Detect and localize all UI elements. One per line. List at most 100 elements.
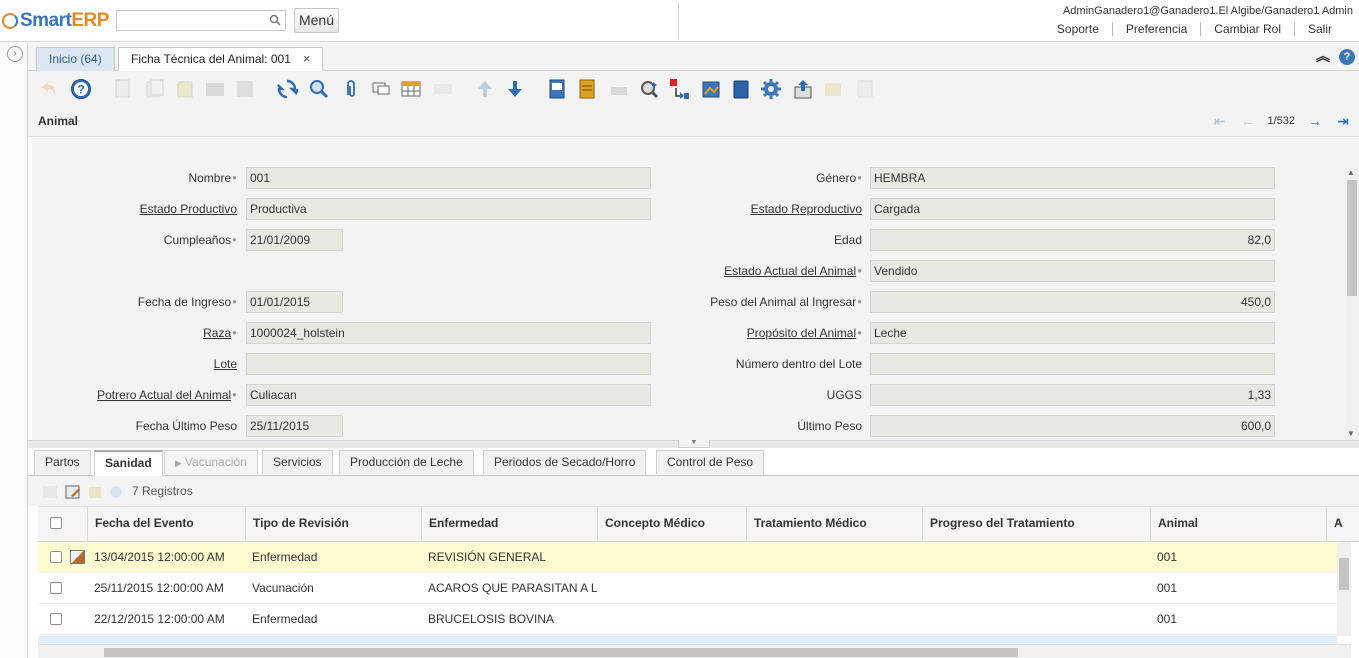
link-soporte[interactable]: Soporte	[1044, 22, 1112, 36]
previous-record-icon[interactable]: ←	[1239, 113, 1255, 129]
table-row[interactable]: 22/12/2015 12:00:00 AM Enfermedad BRUCEL…	[38, 604, 1338, 635]
request-icon[interactable]	[822, 78, 844, 100]
copy-record-icon[interactable]	[144, 78, 166, 100]
col-fecha-evento[interactable]: Fecha del Evento	[88, 507, 246, 542]
row-checkbox[interactable]	[50, 551, 62, 563]
close-icon[interactable]: ×	[303, 48, 311, 70]
tab-vacunacion[interactable]: ▶ Vacunación	[164, 450, 258, 474]
refresh-icon[interactable]	[276, 78, 300, 100]
delete-row-icon[interactable]	[87, 484, 103, 500]
grid-horizontal-scrollbar[interactable]	[38, 644, 1351, 658]
save-icon[interactable]	[204, 78, 226, 100]
splitter-toggle-icon[interactable]: ▼	[678, 439, 710, 448]
grid-vscroll-thumb[interactable]	[1339, 558, 1349, 590]
expand-panel-icon[interactable]: ›	[7, 46, 23, 62]
new-row-icon[interactable]	[42, 484, 58, 500]
last-record-icon[interactable]: ⇥	[1335, 113, 1351, 129]
link-salir[interactable]: Salir	[1293, 22, 1345, 36]
workflow-icon[interactable]	[668, 78, 690, 100]
scroll-down-icon[interactable]: ▼	[1347, 429, 1355, 438]
find-icon[interactable]	[308, 78, 330, 100]
estado-actual-field[interactable]: Vendido	[870, 260, 1275, 282]
book-icon[interactable]	[730, 78, 752, 100]
export-icon[interactable]	[792, 78, 814, 100]
form-scroll-thumb[interactable]	[1347, 180, 1357, 296]
user-context[interactable]: AdminGanadero1@Ganadero1.El Algibe/Ganad…	[1063, 5, 1353, 17]
ultimo-peso-field[interactable]: 600,0	[870, 415, 1275, 437]
table-row[interactable]: 13/04/2015 12:00:00 AM Enfermedad REVISI…	[38, 542, 1338, 573]
new-record-icon[interactable]	[112, 78, 134, 100]
col-enfermedad[interactable]: Enfermedad	[422, 507, 598, 542]
scroll-up-icon[interactable]: ▲	[1347, 168, 1355, 177]
tab-servicios[interactable]: Servicios	[262, 450, 333, 474]
form-scrollbar[interactable]: ▲ ▼	[1345, 168, 1359, 440]
print-icon[interactable]	[608, 78, 630, 100]
col-tipo-revision[interactable]: Tipo de Revisión	[246, 507, 422, 542]
genero-field[interactable]: HEMBRA	[870, 167, 1275, 189]
col-progreso-tratamiento[interactable]: Progreso del Tratamiento	[923, 507, 1151, 542]
search-input[interactable]	[117, 11, 265, 30]
help-icon[interactable]: ?	[1339, 49, 1355, 65]
col-tratamiento-medico[interactable]: Tratamiento Médico	[747, 507, 923, 542]
parent-record-icon[interactable]	[474, 78, 496, 100]
estado-productivo-field[interactable]: Productiva	[246, 198, 651, 220]
peso-ingresar-field[interactable]: 450,0	[870, 291, 1275, 313]
first-record-icon[interactable]: ⇤	[1211, 113, 1227, 129]
edit-row-icon[interactable]	[70, 550, 85, 564]
archive-icon[interactable]	[576, 78, 598, 100]
zoom-across-icon[interactable]	[638, 78, 660, 100]
potrero-field[interactable]: Culiacan	[246, 384, 651, 406]
lote-field[interactable]	[246, 353, 651, 375]
next-record-icon[interactable]: →	[1307, 113, 1323, 129]
tab-produccion-leche[interactable]: Producción de Leche	[339, 450, 474, 474]
save-new-icon[interactable]	[234, 78, 256, 100]
delete-icon[interactable]	[174, 78, 196, 100]
link-preferencia[interactable]: Preferencia	[1111, 22, 1200, 36]
tab-partos[interactable]: Partos	[34, 450, 91, 474]
menu-button[interactable]: Menú	[294, 8, 339, 33]
estado-reproductivo-field[interactable]: Cargada	[870, 198, 1275, 220]
smarterp-logo[interactable]: SmartERP	[2, 10, 109, 32]
link-cambiar-rol[interactable]: Cambiar Rol	[1200, 22, 1294, 36]
row-checkbox[interactable]	[50, 613, 62, 625]
estado-reproductivo-label[interactable]: Estado Reproductivo	[652, 198, 862, 220]
tab-ficha-tecnica[interactable]: Ficha Técnica del Animal: 001 ×	[118, 47, 324, 72]
edad-field[interactable]: 82,0	[870, 229, 1275, 251]
tab-control-peso[interactable]: Control de Peso	[656, 450, 765, 474]
select-all-checkbox[interactable]	[50, 517, 62, 529]
panel-splitter[interactable]: ▼	[28, 439, 1359, 448]
undo-icon[interactable]	[38, 78, 60, 100]
report-icon[interactable]	[546, 78, 568, 100]
help-circle-icon[interactable]: ?	[70, 78, 92, 100]
uggs-field[interactable]: 1,33	[870, 384, 1275, 406]
row-checkbox[interactable]	[50, 582, 62, 594]
detail-record-icon[interactable]	[504, 78, 526, 100]
raza-field[interactable]: 1000024_holstein	[246, 322, 651, 344]
table-row[interactable]: 25/11/2015 12:00:00 AM Vacunación ACAROS…	[38, 573, 1338, 604]
nombre-field[interactable]: 001	[246, 167, 651, 189]
proposito-field[interactable]: Leche	[870, 322, 1275, 344]
col-overflow[interactable]: A	[1327, 507, 1359, 542]
tab-inicio[interactable]: Inicio (64)	[36, 47, 115, 71]
grid-toggle-icon[interactable]	[400, 78, 422, 100]
col-concepto-medico[interactable]: Concepto Médico	[598, 507, 747, 542]
grid-vertical-scrollbar[interactable]	[1337, 542, 1351, 636]
proposito-label[interactable]: Propósito del Animal●	[652, 322, 862, 344]
gear-icon[interactable]	[760, 78, 782, 100]
search-icon[interactable]	[269, 14, 281, 26]
attachment-icon[interactable]	[340, 78, 362, 100]
lote-label[interactable]: Lote	[32, 353, 237, 375]
customize-icon[interactable]	[854, 78, 876, 100]
multi-view-icon[interactable]	[432, 78, 454, 100]
fecha-ingreso-field[interactable]: 01/01/2015	[246, 291, 343, 313]
collapse-up-icon[interactable]: ︽	[1315, 49, 1331, 65]
potrero-label[interactable]: Potrero Actual del Animal●	[32, 384, 237, 406]
col-animal[interactable]: Animal	[1151, 507, 1327, 542]
tab-sanidad[interactable]: Sanidad	[94, 450, 163, 476]
fecha-ultimo-peso-field[interactable]: 25/11/2015	[246, 415, 343, 437]
estado-productivo-label[interactable]: Estado Productivo	[32, 198, 237, 220]
edit-icon[interactable]	[65, 484, 81, 500]
estado-actual-label[interactable]: Estado Actual del Animal●	[652, 260, 862, 282]
chat-icon[interactable]	[370, 78, 392, 100]
zoom-row-icon[interactable]	[108, 484, 124, 500]
